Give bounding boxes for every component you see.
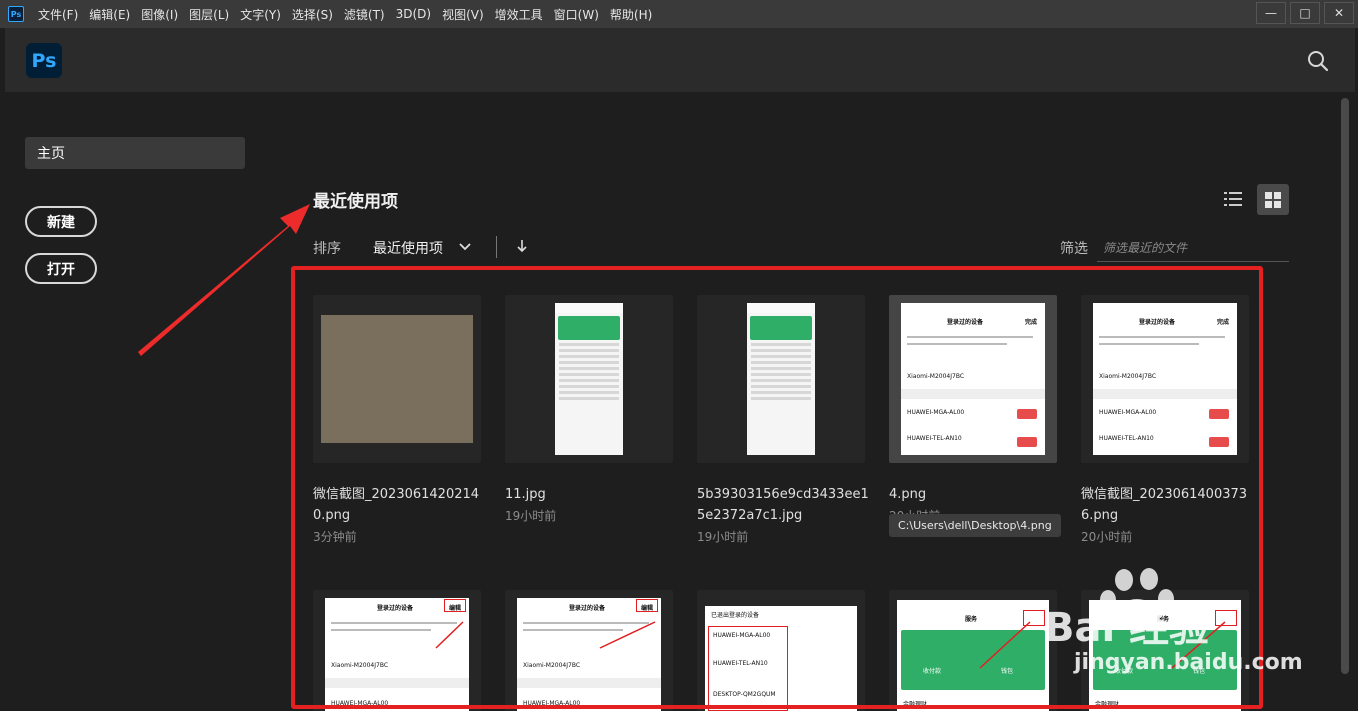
file-thumbnail[interactable] — [697, 295, 865, 463]
search-icon[interactable] — [1307, 50, 1329, 72]
divider — [496, 236, 497, 258]
file-thumbnail[interactable]: 已退出登录的设备 HUAWEI-MGA-AL00 HUAWEI-TEL-AN10… — [697, 590, 865, 711]
image-preview: 登录过的设备 编辑 Xiaomi-M2004J7BC HUAWEI-MGA-AL… — [517, 598, 661, 711]
image-preview: 登录过的设备 完成 Xiaomi-M2004J7BC HUAWEI-MGA-AL… — [901, 303, 1045, 455]
file-name[interactable]: 5b39303156e9cd3433ee15e2372a7c1.jpg — [697, 484, 875, 526]
sort-direction-icon[interactable] — [515, 238, 529, 254]
menu-view[interactable]: 视图(V) — [442, 6, 484, 23]
annotation-arrow-main — [138, 204, 310, 356]
file-thumbnail[interactable]: 服务 收付款 钱包 金融理财 — [889, 590, 1057, 711]
file-thumbnail[interactable] — [313, 295, 481, 463]
minimize-icon[interactable]: — — [1256, 2, 1286, 24]
menu-file[interactable]: 文件(F) — [38, 6, 78, 23]
menu-select[interactable]: 选择(S) — [292, 6, 333, 23]
grid-view-icon[interactable] — [1257, 184, 1289, 215]
menu-plugins[interactable]: 增效工具 — [495, 6, 543, 23]
image-preview: 登录过的设备 完成 Xiaomi-M2004J7BC HUAWEI-MGA-AL… — [1093, 303, 1237, 455]
file-name[interactable]: 4.png — [889, 484, 1067, 505]
photoshop-home-screen: Ps 文件(F) 编辑(E) 图像(I) 图层(L) 文字(Y) 选择(S) 滤… — [0, 0, 1358, 711]
file-thumbnail[interactable]: 登录过的设备 编辑 Xiaomi-M2004J7BC HUAWEI-MGA-AL… — [505, 590, 673, 711]
open-button[interactable]: 打开 — [25, 253, 97, 284]
menu-3d[interactable]: 3D(D) — [396, 7, 431, 21]
image-preview — [555, 303, 623, 455]
file-thumbnail[interactable] — [505, 295, 673, 463]
menu-layer[interactable]: 图层(L) — [189, 6, 229, 23]
file-time: 3分钟前 — [313, 530, 357, 544]
file-thumbnail[interactable]: 登录过的设备 完成 Xiaomi-M2004J7BC HUAWEI-MGA-AL… — [1081, 295, 1249, 463]
file-time: 19小时前 — [505, 509, 557, 523]
file-path-tooltip: C:\Users\dell\Desktop\4.png — [889, 514, 1061, 537]
image-preview: 登录过的设备 编辑 Xiaomi-M2004J7BC HUAWEI-MGA-AL… — [325, 598, 469, 711]
new-button[interactable]: 新建 — [25, 206, 97, 237]
window-controls: — □ ✕ — [1252, 2, 1354, 24]
image-preview — [747, 303, 815, 455]
menu-bar: Ps 文件(F) 编辑(E) 图像(I) 图层(L) 文字(Y) 选择(S) 滤… — [0, 0, 1358, 28]
close-icon[interactable]: ✕ — [1324, 2, 1354, 24]
menu-image[interactable]: 图像(I) — [141, 6, 178, 23]
sort-label: 排序 — [313, 241, 341, 257]
menu-filter[interactable]: 滤镜(T) — [344, 6, 385, 23]
image-preview — [321, 315, 473, 443]
scrollbar-thumb[interactable] — [1341, 98, 1349, 674]
file-name[interactable]: 微信截图_20230614003736.png — [1081, 484, 1259, 526]
file-time: 19小时前 — [697, 530, 749, 544]
file-thumbnail[interactable]: 服务 收付款 钱包 金融理财 — [1081, 590, 1249, 711]
file-name[interactable]: 微信截图_20230614202140.png — [313, 484, 491, 526]
filter-input[interactable] — [1097, 234, 1289, 262]
menu-type[interactable]: 文字(Y) — [240, 6, 281, 23]
vertical-scrollbar[interactable] — [1338, 94, 1352, 711]
app-icon: Ps — [8, 6, 24, 22]
file-name[interactable]: 11.jpg — [505, 484, 683, 505]
home-header: Ps — [5, 28, 1355, 92]
ps-logo: Ps — [26, 43, 62, 78]
page-title: 最近使用项 — [313, 192, 398, 212]
maximize-icon[interactable]: □ — [1290, 2, 1320, 24]
chevron-down-icon[interactable] — [458, 240, 472, 254]
file-thumbnail[interactable]: 登录过的设备 完成 Xiaomi-M2004J7BC HUAWEI-MGA-AL… — [889, 295, 1057, 463]
menu-window[interactable]: 窗口(W) — [554, 6, 599, 23]
list-view-icon[interactable] — [1218, 184, 1248, 214]
file-time: 20小时前 — [1081, 530, 1133, 544]
filter-label: 筛选 — [1060, 241, 1088, 257]
image-preview: 已退出登录的设备 HUAWEI-MGA-AL00 HUAWEI-TEL-AN10… — [705, 606, 857, 711]
sort-dropdown[interactable]: 最近使用项 — [373, 238, 443, 258]
menu-edit[interactable]: 编辑(E) — [89, 6, 130, 23]
image-preview: 服务 收付款 钱包 金融理财 — [897, 600, 1049, 711]
sidebar-item-home[interactable]: 主页 — [25, 137, 245, 169]
menu-help[interactable]: 帮助(H) — [610, 6, 652, 23]
file-thumbnail[interactable]: 登录过的设备 编辑 Xiaomi-M2004J7BC HUAWEI-MGA-AL… — [313, 590, 481, 711]
image-preview: 服务 收付款 钱包 金融理财 — [1089, 600, 1241, 711]
